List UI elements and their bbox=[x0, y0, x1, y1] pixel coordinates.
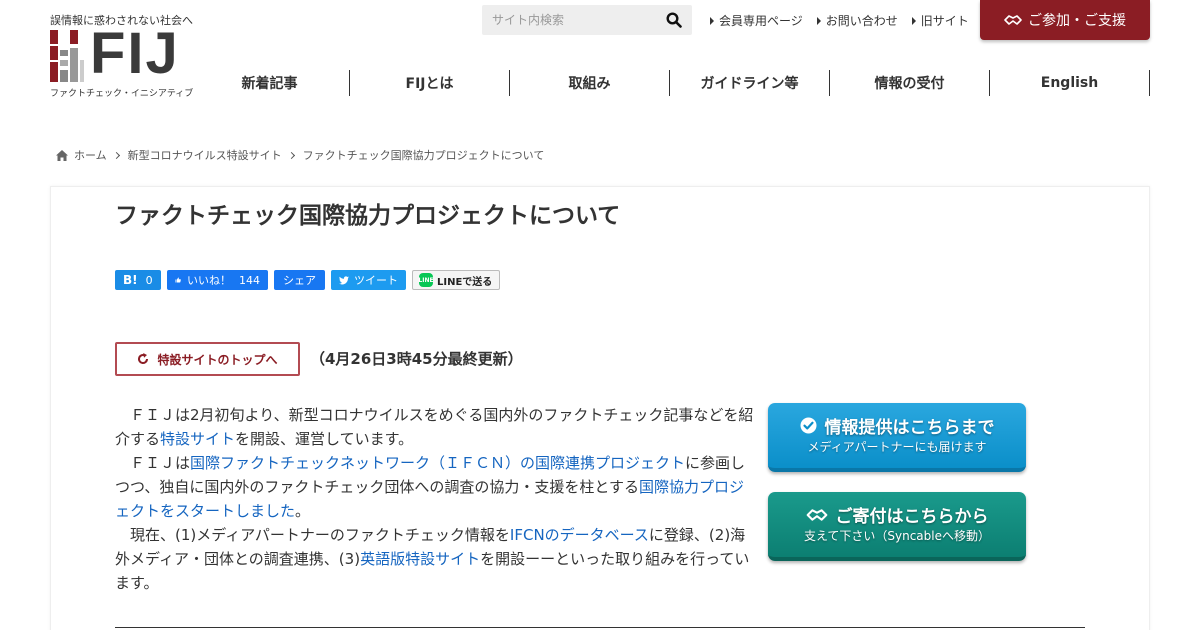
caret-right-icon bbox=[911, 16, 916, 25]
last-updated: （4月26日3時45分最終更新） bbox=[310, 350, 523, 368]
ifcn-database-link[interactable]: IFCNのデータベース bbox=[510, 526, 649, 544]
nav-item-guidelines[interactable]: ガイドライン等 bbox=[670, 70, 830, 96]
nav-item-news[interactable]: 新着記事 bbox=[190, 70, 350, 96]
chevron-right-icon bbox=[112, 151, 120, 159]
logo-subtitle: ファクトチェック・イニシアティブ bbox=[50, 89, 194, 99]
nav-item-about[interactable]: FIJとは bbox=[350, 70, 510, 96]
line-label: LINEで送る bbox=[437, 276, 493, 288]
donate-sub: 支えて下さい（Syncableへ移動） bbox=[803, 529, 990, 543]
nav-item-activities[interactable]: 取組み bbox=[510, 70, 670, 96]
hatena-count: 0 bbox=[145, 273, 153, 287]
thumbs-up-icon bbox=[175, 277, 181, 283]
page-title: ファクトチェック国際協力プロジェクトについて bbox=[115, 203, 621, 229]
check-circle-icon bbox=[800, 417, 816, 434]
caret-right-icon bbox=[710, 16, 714, 25]
paragraph-1: ＦＩＪは2月初旬より、新型コロナウイルスをめぐる国内外のファクトチェック記事など… bbox=[115, 406, 754, 448]
breadcrumb: ホーム 新型コロナウイルス特設サイト ファクトチェック国際協力プロジェクトについ… bbox=[56, 147, 544, 163]
hatena-icon: B! bbox=[123, 273, 138, 287]
donate-button[interactable]: ご寄付はこちらから 支えて下さい（Syncableへ移動） bbox=[768, 492, 1026, 561]
members-page-link[interactable]: 会員専用ページ bbox=[710, 12, 803, 29]
home-icon bbox=[56, 149, 68, 161]
search-icon[interactable] bbox=[666, 12, 682, 28]
donate-label: ご寄付はこちらから bbox=[835, 507, 989, 527]
like-label: いいね！ bbox=[187, 274, 231, 287]
old-site-link[interactable]: 旧サイト bbox=[911, 12, 969, 29]
english-site-link[interactable]: 英語版特設サイト bbox=[360, 550, 480, 568]
special-site-link[interactable]: 特設サイト bbox=[160, 430, 235, 448]
facebook-share-button[interactable]: シェア bbox=[274, 270, 325, 290]
paragraph-3: 現在、(1)メディアパートナーのファクトチェック情報をIFCNのデータベースに登… bbox=[115, 526, 750, 592]
contact-link[interactable]: お問い合わせ bbox=[816, 12, 898, 29]
share-buttons: B! 0 いいね！ 144 シェア ツイート LINE LINEで送る bbox=[115, 270, 500, 290]
info-submit-button[interactable]: 情報提供はこちらまで メディアパートナーにも届けます bbox=[768, 403, 1026, 472]
main-nav: 新着記事 FIJとは 取組み ガイドライン等 情報の受付 English bbox=[190, 70, 1150, 100]
tweet-label: ツイート bbox=[354, 274, 398, 287]
ifcn-project-link[interactable]: 国際ファクトチェックネットワーク（ＩＦＣＮ）の国際連携プロジェクト bbox=[190, 454, 685, 472]
site-logo[interactable]: FIJ ファクトチェック・イニシアティブ bbox=[50, 24, 195, 99]
hatena-bookmark-button[interactable]: B! 0 bbox=[115, 270, 161, 290]
search-input[interactable] bbox=[482, 5, 652, 35]
content-divider bbox=[115, 627, 1085, 628]
site-search bbox=[482, 5, 692, 35]
line-icon: LINE bbox=[418, 273, 434, 287]
breadcrumb-home[interactable]: ホーム bbox=[74, 147, 107, 163]
logo-text: FIJ bbox=[90, 21, 180, 86]
handshake-icon bbox=[806, 508, 827, 521]
tweet-button[interactable]: ツイート bbox=[331, 270, 406, 290]
breadcrumb-covid-site[interactable]: 新型コロナウイルス特設サイト bbox=[128, 147, 282, 163]
paragraph-2: ＦＩＪは国際ファクトチェックネットワーク（ＩＦＣＮ）の国際連携プロジェクトに参画… bbox=[115, 454, 746, 520]
breadcrumb-current: ファクトチェック国際協力プロジェクトについて bbox=[302, 149, 545, 162]
twitter-bird-icon bbox=[339, 275, 349, 284]
caret-right-icon bbox=[816, 16, 821, 25]
like-count: 144 bbox=[239, 273, 260, 287]
top-links: 会員専用ページ お問い合わせ 旧サイト bbox=[710, 12, 969, 29]
info-submit-sub: メディアパートナーにも届けます bbox=[807, 440, 987, 454]
article-body: ＦＩＪは2月初旬より、新型コロナウイルスをめぐる国内外のファクトチェック記事など… bbox=[115, 403, 755, 595]
refresh-icon bbox=[138, 353, 149, 364]
chevron-right-icon bbox=[287, 151, 295, 159]
facebook-like-button[interactable]: いいね！ 144 bbox=[167, 270, 268, 290]
join-support-button[interactable]: ご参加・ご支援 bbox=[980, 0, 1150, 40]
line-send-button[interactable]: LINE LINEで送る bbox=[412, 270, 500, 290]
nav-item-english[interactable]: English bbox=[990, 70, 1150, 96]
nav-item-submit-info[interactable]: 情報の受付 bbox=[830, 70, 990, 96]
info-submit-label: 情報提供はこちらまで bbox=[824, 418, 995, 438]
logo-mark bbox=[50, 30, 84, 82]
handshake-icon bbox=[1004, 15, 1022, 25]
special-site-top-button[interactable]: 特設サイトのトップへ bbox=[115, 342, 300, 376]
